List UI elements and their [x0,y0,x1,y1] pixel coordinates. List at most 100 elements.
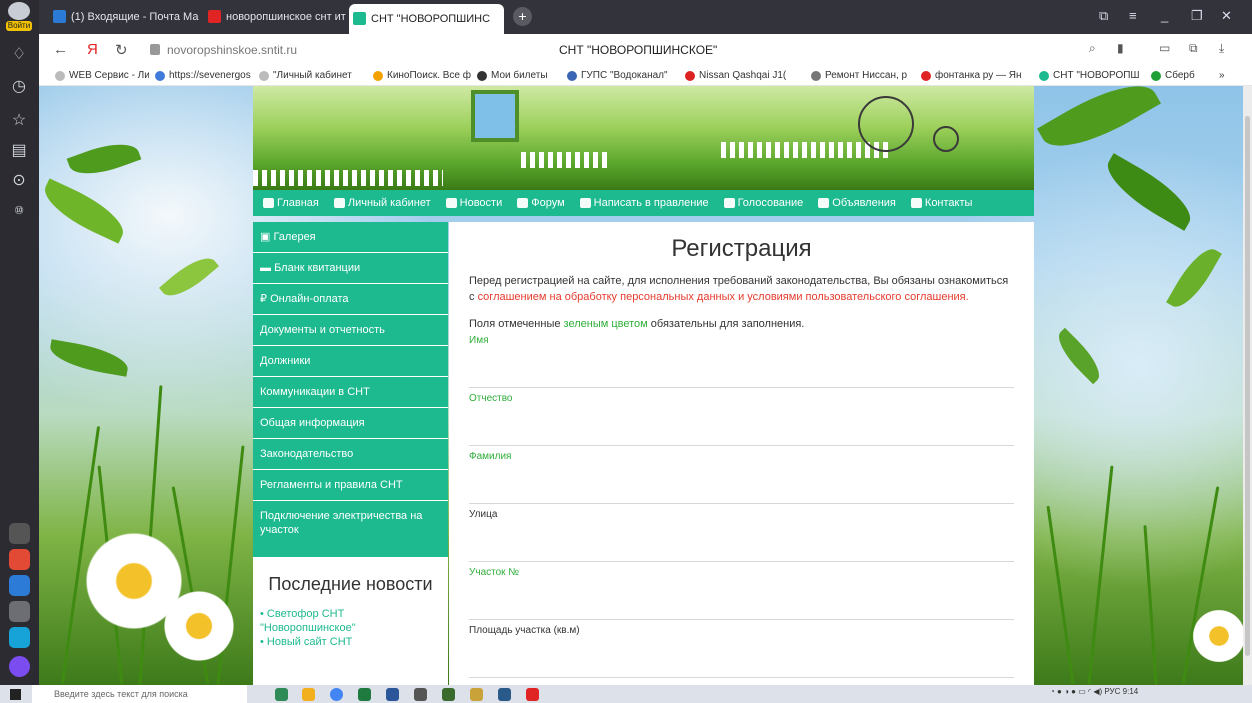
bookmark-item[interactable]: Мои билеты [477,69,561,83]
field-label: Площадь участка (кв.м) [469,625,580,636]
sidebar-item-documents[interactable]: Документы и отчетность [253,315,448,346]
taskbar-search[interactable]: Введите здесь текст для поиска [32,685,247,703]
star-icon[interactable]: ☆ [8,110,30,132]
search-placeholder: Введите здесь текст для поиска [54,689,188,699]
collections-icon[interactable]: ▤ [8,140,30,162]
sidebar-item-communications[interactable]: Коммуникации в СНТ [253,377,448,408]
sidebar-item-payment[interactable]: ₽ Онлайн-оплата [253,284,448,315]
nav-forum[interactable]: Форум [517,197,565,209]
history-icon[interactable]: ◷ [8,76,30,98]
street-field[interactable]: Улица [469,504,1014,562]
latest-news: Последние новости • Светофор СНТ "Новоро… [253,558,448,688]
restore-icon[interactable]: ❐ [1191,8,1203,24]
app-maps-icon[interactable] [9,549,30,570]
login-button[interactable]: Войти [6,2,32,32]
signpost-icon [910,198,922,208]
app-add-icon[interactable] [9,601,30,622]
alice-icon[interactable] [9,656,30,677]
nav-home[interactable]: Главная [263,197,319,209]
news-item[interactable]: • Светофор СНТ "Новоропшинское" [260,607,441,635]
lock-icon [150,44,160,55]
bookmark-item[interactable]: WEB Сервис - Лич [55,69,149,83]
patronymic-field[interactable]: Отчество [469,388,1014,446]
sidebar-item-debtors[interactable]: Должники [253,346,448,377]
yandex-home-icon[interactable]: Я [87,41,98,58]
nav-voting[interactable]: Голосование [723,197,803,209]
tab-bar: (1) Входящие - Почта Ма новоропшинское с… [39,0,1252,34]
page-scrollbar[interactable] [1243,86,1252,685]
language-indicator[interactable]: РУС [1104,687,1120,696]
counter-icon[interactable]: ⑩ [8,200,30,222]
bookmark-item[interactable]: https://sevenergos [155,69,255,83]
news-title: Последние новости [268,574,433,594]
nav-news[interactable]: Новости [445,197,502,209]
chrome-icon[interactable] [330,688,343,701]
app-camera-icon[interactable] [9,523,30,544]
sidebar-item-rules[interactable]: Регламенты и правила СНТ [253,470,448,501]
plot-number-field[interactable]: Участок № [469,562,1014,620]
close-icon[interactable]: ✕ [1221,8,1232,24]
agreement-link[interactable]: соглашением на обработку персональных да… [478,291,969,303]
bookmark-item[interactable]: СНТ "НОВОРОПШ [1039,69,1145,83]
nav-ads[interactable]: Объявления [818,197,896,209]
bookmarks-more-button[interactable]: » [1219,69,1239,83]
clock[interactable]: 9:14 [1123,687,1139,696]
plot-area-field[interactable]: Площадь участка (кв.м) [469,620,1014,678]
bookmark-icon[interactable]: ▮ [1117,41,1124,55]
menu-icon[interactable]: ≡ [1129,8,1137,23]
back-icon[interactable]: ← [53,41,68,58]
tab-title: новоропшинское снт ит [226,11,346,23]
taskbar-app-icon[interactable] [498,688,511,701]
app-messenger-icon[interactable] [9,627,30,648]
taskbar-app-icon[interactable] [442,688,455,701]
bookmark-item[interactable]: Сберб [1151,69,1211,83]
nav-contacts[interactable]: Контакты [910,197,972,209]
app-market-icon[interactable] [9,575,30,596]
nav-write[interactable]: Написать в правление [579,197,709,209]
battery-icon[interactable]: ▭ [1159,41,1170,55]
minimize-icon[interactable]: _ [1161,8,1168,23]
sidebar-item-info[interactable]: Общая информация [253,408,448,439]
field-label: Улица [469,509,498,520]
scrollbar-thumb[interactable] [1245,116,1250,656]
yandex-browser-icon[interactable] [526,688,539,701]
bookmark-item[interactable]: ГУПС "Водоканал" [567,69,679,83]
window-graphic [471,90,519,142]
url-text: novoropshinskoe.sntit.ru [167,43,298,57]
bell-icon[interactable]: ♢ [8,44,30,66]
tab-mail[interactable]: (1) Входящие - Почта Ма [49,6,199,28]
first-name-field[interactable]: Имя [469,330,1014,388]
tray-icons[interactable]: ◔ ● ◑ ● ▭ ◜ ◀) [1050,687,1102,696]
pie-chart-icon [723,198,735,208]
reload-icon[interactable]: ↻ [115,41,128,59]
sidebar-item-gallery[interactable]: ▣ Галерея [253,222,448,253]
bookmark-item[interactable]: КиноПоиск. Все ф [373,69,471,83]
taskbar-app-icon[interactable] [275,688,288,701]
bookmark-item[interactable]: Nissan Qashqai J1( [685,69,805,83]
bookmark-item[interactable]: "Личный кабинет [259,69,367,83]
new-tab-button[interactable]: + [513,7,532,26]
windows-start-icon[interactable] [10,689,21,700]
sidebar-item-electricity[interactable]: Подключение электричества на участок [253,501,448,558]
news-item[interactable]: • Новый сайт СНТ [260,635,441,649]
tab-active[interactable]: СНТ "НОВОРОПШИНС [349,4,504,34]
search-icon[interactable]: ⌕ [1089,41,1096,56]
bookmark-item[interactable]: фонтанка ру — Ян [921,69,1033,83]
play-icon[interactable]: ⊙ [8,170,30,192]
tabs-menu-icon[interactable]: ⧉ [1099,8,1108,24]
extensions-icon[interactable]: ⧉ [1189,41,1198,56]
folder-icon[interactable] [302,688,315,701]
download-icon[interactable]: ⤓ [1219,41,1224,56]
bookmark-item[interactable]: Ремонт Ниссан, р [811,69,915,83]
main-nav: Главная Личный кабинет Новости Форум Нап… [253,190,1034,216]
taskbar-app-icon[interactable] [470,688,483,701]
tab-search[interactable]: новоропшинское снт ит [204,6,354,28]
nav-account[interactable]: Личный кабинет [333,197,431,209]
excel-icon[interactable] [358,688,371,701]
sidebar-item-legislation[interactable]: Законодательство [253,439,448,470]
taskbar-app-icon[interactable] [414,688,427,701]
address-bar: ← Я ↻ novoropshinskoe.sntit.ru СНТ "НОВО… [39,34,1252,66]
word-icon[interactable] [386,688,399,701]
last-name-field[interactable]: Фамилия [469,446,1014,504]
sidebar-item-receipt[interactable]: ▬ Бланк квитанции [253,253,448,284]
